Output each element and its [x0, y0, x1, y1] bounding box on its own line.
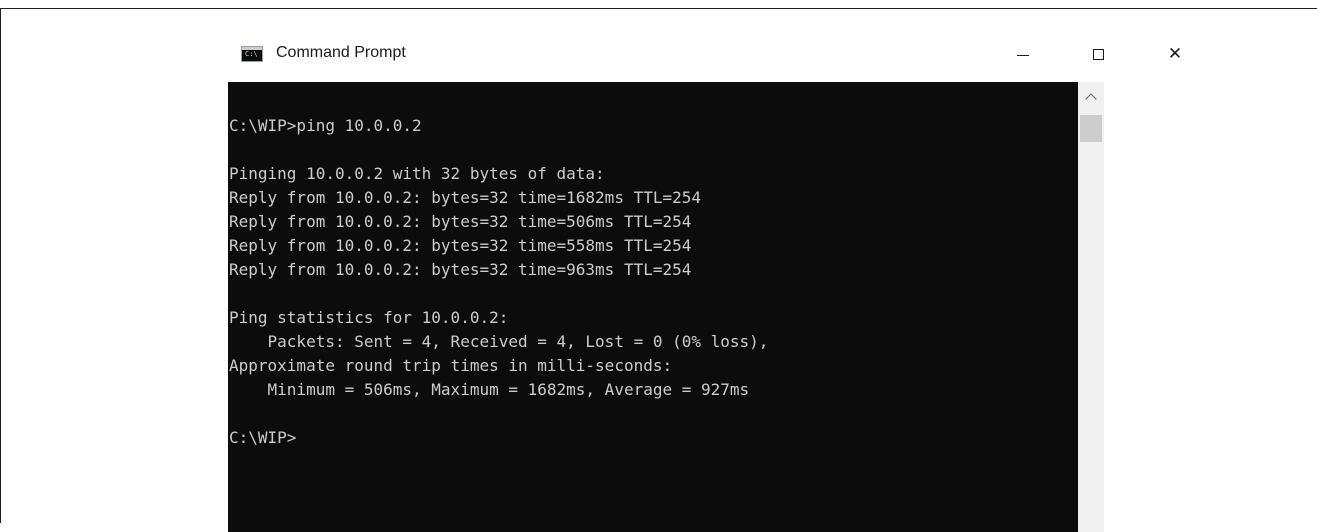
close-button[interactable]: ✕	[1155, 32, 1195, 76]
console-text: C:\WIP>ping 10.0.0.2 Pinging 10.0.0.2 wit…	[229, 114, 768, 450]
cmd-app-icon[interactable]: C:\	[241, 46, 263, 62]
console-line: Minimum = 506ms, Maximum = 1682ms, Avera…	[229, 380, 750, 399]
console-prompt-line: C:\WIP>	[229, 428, 297, 447]
console-output[interactable]: C:\WIP>ping 10.0.0.2 Pinging 10.0.0.2 wit…	[228, 82, 1078, 532]
scroll-up-button[interactable]	[1078, 82, 1104, 112]
close-icon: ✕	[1167, 43, 1183, 64]
console-line: Reply from 10.0.0.2: bytes=32 time=506ms…	[229, 212, 692, 231]
maximize-icon	[1092, 48, 1104, 60]
console-line: Packets: Sent = 4, Received = 4, Lost = …	[229, 332, 769, 351]
console-line: C:\WIP>ping 10.0.0.2	[229, 116, 422, 135]
cmd-icon-glyph: C:\	[245, 50, 258, 58]
console-line: Pinging 10.0.0.2 with 32 bytes of data:	[229, 164, 605, 183]
minimize-button[interactable]	[1003, 32, 1043, 76]
title-bar[interactable]: C:\ Command Prompt ✕	[228, 32, 1182, 82]
scrollbar-thumb[interactable]	[1080, 115, 1102, 142]
maximize-button[interactable]	[1078, 32, 1118, 76]
chevron-up-icon	[1085, 93, 1097, 105]
minimize-icon	[1017, 54, 1029, 56]
console-line: Reply from 10.0.0.2: bytes=32 time=558ms…	[229, 236, 692, 255]
window-title: Command Prompt	[276, 44, 406, 61]
screenshot-frame: C:\ Command Prompt ✕ C:\WIP>ping 10.0.0.…	[0, 8, 1317, 532]
vertical-scrollbar[interactable]	[1078, 82, 1104, 532]
console-line: Reply from 10.0.0.2: bytes=32 time=1682m…	[229, 188, 702, 207]
console-line: Ping statistics for 10.0.0.2:	[229, 308, 509, 327]
command-prompt-window: C:\ Command Prompt ✕ C:\WIP>ping 10.0.0.…	[228, 32, 1182, 532]
console-line: Reply from 10.0.0.2: bytes=32 time=963ms…	[229, 260, 692, 279]
console-line: Approximate round trip times in milli-se…	[229, 356, 673, 375]
